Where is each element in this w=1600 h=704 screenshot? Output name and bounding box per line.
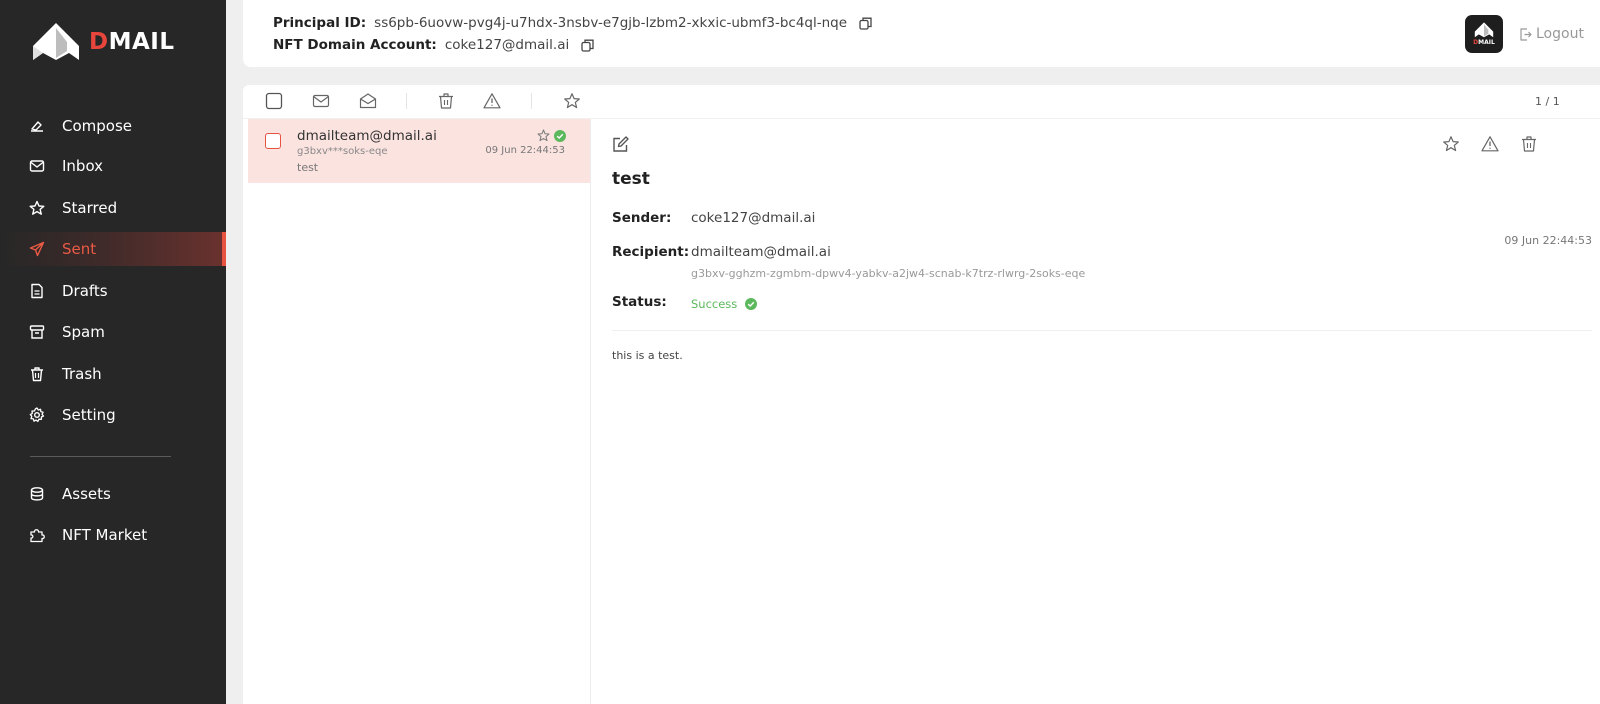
pagination: 1 / 1 <box>1535 95 1560 108</box>
sidebar-item-label: Spam <box>62 323 105 341</box>
report-spam-icon[interactable] <box>483 92 501 110</box>
principal-id-row: Principal ID: ss6pb-6uovw-pvg4j-u7hdx-3n… <box>273 15 872 31</box>
trash-icon[interactable] <box>1520 135 1538 153</box>
sidebar-item-label: Drafts <box>62 282 108 300</box>
spam-icon <box>29 325 45 339</box>
mark-unread-icon[interactable] <box>312 92 330 110</box>
toolbar-divider <box>406 93 407 109</box>
sidebar-item-sent[interactable]: Sent <box>0 232 226 266</box>
sender-label: Sender: <box>612 210 672 226</box>
sidebar: DMAIL Compose Inbox Starred Sent Drafts … <box>0 0 226 704</box>
sidebar-item-label: Setting <box>62 406 116 424</box>
success-check-icon <box>745 298 758 310</box>
principal-id-value: ss6pb-6uovw-pvg4j-u7hdx-3nsbv-e7gjb-lzbm… <box>374 15 848 31</box>
sidebar-item-inbox[interactable]: Inbox <box>0 149 226 183</box>
copy-icon[interactable] <box>581 39 594 52</box>
account-header: Principal ID: ss6pb-6uovw-pvg4j-u7hdx-3n… <box>243 0 1600 67</box>
dmail-logo[interactable]: DMAIL <box>32 22 175 62</box>
sidebar-item-label: Compose <box>62 117 133 135</box>
sidebar-item-setting[interactable]: Setting <box>0 398 226 432</box>
sidebar-item-label: Inbox <box>62 157 104 175</box>
toolbar-divider <box>531 93 532 109</box>
mail-date: 09 Jun 22:44:53 <box>485 145 565 156</box>
recipient-principal: g3bxv-gghzm-zgmbm-dpwv4-yabkv-a2jw4-scna… <box>691 267 1086 280</box>
star-icon <box>29 200 45 215</box>
compose-icon <box>31 121 43 132</box>
send-icon <box>29 241 45 257</box>
avatar-brand: DMAIL <box>1473 39 1495 46</box>
mail-subject-title: test <box>612 169 650 189</box>
sidebar-item-starred[interactable]: Starred <box>0 191 226 225</box>
copy-icon[interactable] <box>859 17 872 30</box>
sidebar-item-nft-market[interactable]: NFT Market <box>0 518 226 552</box>
star-icon[interactable] <box>563 92 581 110</box>
mail-detail-date: 09 Jun 22:44:53 <box>1504 234 1592 247</box>
assets-icon <box>30 487 44 501</box>
edit-icon[interactable] <box>612 136 629 153</box>
sidebar-item-trash[interactable]: Trash <box>0 357 226 391</box>
status-text: Success <box>691 297 738 311</box>
gear-icon <box>29 407 45 423</box>
mail-list: dmailteam@dmail.ai g3bxv***soks-eqe test… <box>243 119 591 704</box>
domain-account-label: NFT Domain Account: <box>273 37 437 53</box>
trash-icon <box>31 367 43 382</box>
mail-toolbar: 1 / 1 <box>243 85 1600 119</box>
recipient-value: dmailteam@dmail.ai <box>691 244 831 260</box>
recipient-label: Recipient: <box>612 244 690 260</box>
sidebar-item-label: Trash <box>62 365 102 383</box>
sidebar-item-label: Assets <box>62 485 111 503</box>
mail-body: this is a test. <box>612 349 683 362</box>
success-check-icon <box>554 130 566 142</box>
sidebar-divider <box>30 456 171 457</box>
star-icon[interactable] <box>1442 135 1460 153</box>
domain-account-value: coke127@dmail.ai <box>444 37 570 53</box>
logout-label: Logout <box>1536 26 1584 42</box>
drafts-icon <box>31 283 43 299</box>
list-item[interactable]: dmailteam@dmail.ai g3bxv***soks-eqe test… <box>248 119 590 183</box>
sidebar-item-compose[interactable]: Compose <box>0 109 226 143</box>
mail-subject: test <box>297 161 319 174</box>
status-badge: Success <box>691 297 758 311</box>
logout-icon <box>1520 27 1532 41</box>
puzzle-icon <box>30 529 45 543</box>
sidebar-item-spam[interactable]: Spam <box>0 315 226 349</box>
dmail-logo-icon <box>1474 22 1494 38</box>
trash-icon[interactable] <box>437 92 455 110</box>
report-spam-icon[interactable] <box>1481 135 1499 153</box>
sender-value: coke127@dmail.ai <box>691 210 816 226</box>
mail-address: g3bxv***soks-eqe <box>297 146 388 157</box>
row-checkbox[interactable] <box>265 133 281 149</box>
mail-panel: 1 / 1 dmailteam@dmail.ai g3bxv***soks-eq… <box>243 85 1600 704</box>
mail-from: dmailteam@dmail.ai <box>297 128 437 144</box>
star-icon[interactable] <box>537 129 550 142</box>
domain-account-row: NFT Domain Account: coke127@dmail.ai <box>273 37 594 53</box>
sidebar-item-label: Starred <box>62 199 118 217</box>
mail-detail: test Sender: coke127@dmail.ai Recipient:… <box>591 119 1600 704</box>
inbox-icon <box>29 160 45 172</box>
sidebar-item-assets[interactable]: Assets <box>0 477 226 511</box>
select-all-checkbox[interactable] <box>265 92 283 110</box>
status-label: Status: <box>612 294 667 310</box>
logout-button[interactable]: Logout <box>1519 26 1584 42</box>
detail-divider <box>612 330 1592 331</box>
sidebar-item-label: Sent <box>62 240 97 258</box>
dmail-logo-icon <box>33 23 79 60</box>
brand-name: DMAIL <box>89 29 175 55</box>
sidebar-item-label: NFT Market <box>62 526 148 544</box>
principal-id-label: Principal ID: <box>273 15 367 31</box>
avatar[interactable]: DMAIL <box>1465 15 1503 53</box>
sidebar-item-drafts[interactable]: Drafts <box>0 274 226 308</box>
mark-read-icon[interactable] <box>359 92 377 110</box>
